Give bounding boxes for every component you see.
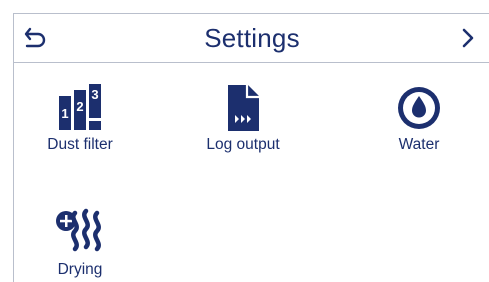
header-bar: Settings: [14, 14, 489, 63]
filter-number-1: 1: [61, 106, 68, 121]
next-button[interactable]: [446, 14, 489, 62]
tile-label-water: Water: [398, 136, 440, 153]
water-drop-icon: [354, 84, 484, 132]
tile-label-dust-filter: Dust filter: [47, 136, 113, 153]
tile-log-output[interactable]: Log output: [178, 62, 308, 154]
back-button[interactable]: [14, 14, 58, 62]
filter-number-3: 3: [91, 87, 98, 102]
log-output-icon: [178, 84, 308, 132]
tile-drying[interactable]: Drying: [15, 189, 145, 281]
page-title: Settings: [204, 23, 300, 53]
tile-label-drying: Drying: [57, 261, 103, 278]
tile-dust-filter[interactable]: 1 2 3 Dust filter: [15, 62, 145, 154]
tile-label-log-output: Log output: [206, 136, 280, 153]
settings-screen: Settings 1 2 3 Dust filter Log output Wa…: [13, 13, 489, 282]
tile-water[interactable]: Water: [354, 62, 484, 154]
back-arrow-icon: [24, 27, 46, 48]
filter-number-2: 2: [76, 99, 83, 114]
chevron-right-icon: [462, 28, 474, 48]
drying-icon: [15, 205, 145, 253]
dust-filter-icon: 1 2 3: [15, 84, 145, 132]
